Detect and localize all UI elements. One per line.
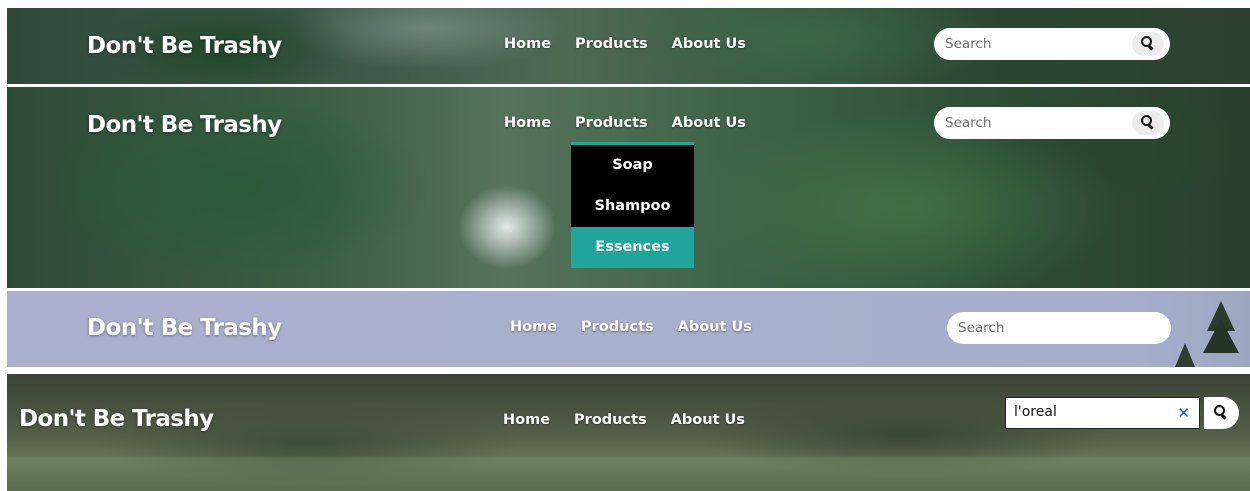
navbar-forest-default: Don't Be Trashy Home Products About Us S… bbox=[7, 8, 1250, 84]
brand-logo[interactable]: Don't Be Trashy bbox=[87, 33, 282, 59]
search-button[interactable] bbox=[1132, 32, 1164, 56]
nav-about[interactable]: About Us bbox=[671, 412, 745, 428]
search-button[interactable] bbox=[1204, 397, 1239, 429]
products-dropdown: Soap Shampoo Essences bbox=[571, 142, 694, 268]
dropdown-item-shampoo[interactable]: Shampoo bbox=[571, 186, 694, 227]
search-input-value: l'oreal bbox=[1014, 404, 1057, 420]
navbar-sky: Don't Be Trashy Home Products About Us S… bbox=[7, 291, 1250, 367]
nav-about[interactable]: About Us bbox=[678, 319, 752, 335]
nav-products[interactable]: Products bbox=[575, 36, 648, 52]
search-bar[interactable]: Search bbox=[934, 107, 1170, 139]
dropdown-item-essences[interactable]: Essences bbox=[571, 227, 694, 268]
nav-about[interactable]: About Us bbox=[672, 36, 746, 52]
search-input[interactable]: l'oreal ✕ bbox=[1005, 397, 1200, 429]
nav-products[interactable]: Products bbox=[581, 319, 654, 335]
search-bar[interactable]: Search bbox=[947, 312, 1171, 344]
search-bar[interactable]: Search bbox=[934, 28, 1170, 60]
brand-logo[interactable]: Don't Be Trashy bbox=[87, 315, 282, 341]
brand-logo[interactable]: Don't Be Trashy bbox=[19, 406, 214, 432]
search-placeholder: Search bbox=[945, 115, 992, 131]
search-placeholder: Search bbox=[958, 320, 1005, 336]
nav-home[interactable]: Home bbox=[510, 319, 557, 335]
nav-about[interactable]: About Us bbox=[672, 115, 746, 131]
main-nav: Home Products About Us bbox=[503, 412, 769, 428]
magnifier-icon bbox=[1141, 36, 1155, 51]
nav-home[interactable]: Home bbox=[504, 36, 551, 52]
search-button[interactable] bbox=[1132, 111, 1164, 135]
search-bar-active: l'oreal ✕ bbox=[1005, 397, 1239, 429]
main-nav: Home Products About Us bbox=[504, 115, 770, 131]
nav-home[interactable]: Home bbox=[504, 115, 551, 131]
main-nav: Home Products About Us bbox=[504, 36, 770, 52]
magnifier-icon bbox=[1141, 115, 1155, 130]
dropdown-item-soap[interactable]: Soap bbox=[571, 145, 694, 186]
nav-products[interactable]: Products bbox=[574, 412, 647, 428]
navbar-pine-forest: Don't Be Trashy Home Products About Us bbox=[7, 374, 1250, 491]
nav-products[interactable]: Products bbox=[575, 115, 648, 131]
close-icon[interactable]: ✕ bbox=[1177, 404, 1190, 422]
brand-logo[interactable]: Don't Be Trashy bbox=[87, 112, 282, 138]
magnifier-icon bbox=[1214, 405, 1228, 420]
search-placeholder: Search bbox=[945, 36, 992, 52]
nav-home[interactable]: Home bbox=[503, 412, 550, 428]
main-nav: Home Products About Us bbox=[510, 319, 776, 335]
